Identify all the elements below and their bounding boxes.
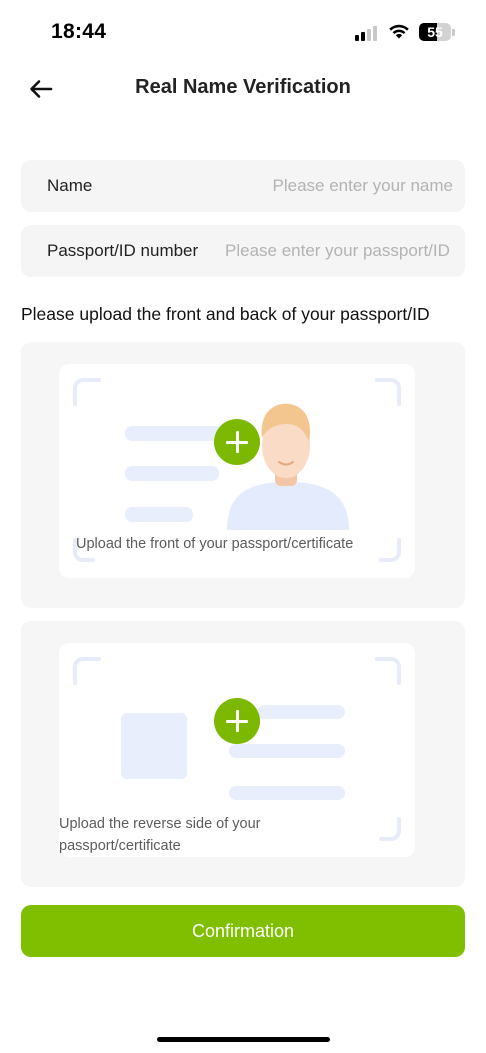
home-indicator <box>157 1037 330 1042</box>
front-upload-caption: Upload the front of your passport/certif… <box>76 536 354 552</box>
back-plus-icon[interactable] <box>214 698 260 744</box>
cellular-signal-icon <box>355 25 381 41</box>
battery-cap <box>452 29 455 36</box>
name-label: Name <box>47 176 93 195</box>
upload-hint: Please upload the front and back of your… <box>21 304 430 324</box>
passport-label: Passport/ID number <box>47 241 199 260</box>
wifi-icon <box>389 24 409 39</box>
front-plus-icon[interactable] <box>214 419 260 465</box>
back-upload-card[interactable]: Upload the reverse side of your passport… <box>59 643 415 857</box>
front-upload-panel: Upload the front of your passport/certif… <box>21 342 465 608</box>
name-input[interactable] <box>253 176 453 196</box>
battery-icon: 55 <box>419 23 451 41</box>
passport-field-row: Passport/ID number <box>21 225 465 277</box>
front-upload-card[interactable]: Upload the front of your passport/certif… <box>59 364 415 578</box>
back-upload-panel: Upload the reverse side of your passport… <box>21 621 465 887</box>
status-time: 18:44 <box>51 20 107 43</box>
name-field-row: Name <box>21 160 465 212</box>
back-upload-caption: Upload the reverse side of your passport… <box>59 816 261 854</box>
passport-input[interactable] <box>225 241 453 261</box>
page-title: Real Name Verification <box>135 76 351 98</box>
confirmation-button[interactable]: Confirmation <box>21 905 465 957</box>
battery-level: 55 <box>427 24 443 40</box>
status-bar: 18:44 55 <box>0 0 486 64</box>
